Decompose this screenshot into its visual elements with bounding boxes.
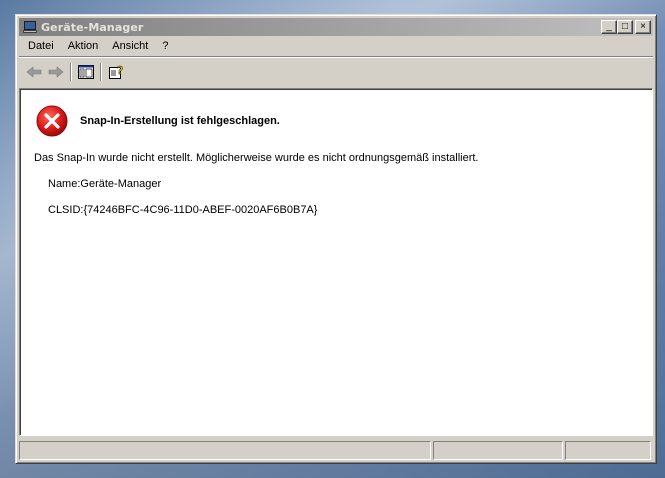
svg-text:?: ? — [117, 64, 123, 77]
toolbar-separator — [100, 63, 102, 81]
menu-aktion[interactable]: Aktion — [61, 38, 106, 54]
minimize-button[interactable]: _ — [601, 20, 617, 34]
computer-icon — [22, 20, 38, 34]
error-title: Snap-In-Erstellung ist fehlgeschlagen. — [80, 115, 280, 127]
content-pane: Snap-In-Erstellung ist fehlgeschlagen. D… — [19, 88, 653, 436]
menu-bar: Datei Aktion Ansicht ? — [19, 36, 653, 57]
error-x-icon — [36, 105, 68, 137]
menu-help[interactable]: ? — [155, 38, 175, 54]
menu-ansicht[interactable]: Ansicht — [105, 38, 155, 54]
status-pane-middle — [433, 441, 563, 460]
menu-datei[interactable]: Datei — [21, 38, 61, 54]
toolbar: ? — [19, 59, 653, 85]
snapin-name: Name:Geräte-Manager — [48, 178, 162, 190]
back-arrow-icon[interactable] — [23, 61, 45, 83]
status-bar — [19, 441, 653, 460]
toolbar-separator — [70, 63, 72, 81]
snapin-clsid: CLSID:{74246BFC-4C96-11D0-ABEF-0020AF6B0… — [48, 204, 318, 216]
forward-arrow-icon[interactable] — [45, 61, 67, 83]
status-pane-right — [565, 441, 651, 460]
status-pane-main — [19, 441, 431, 460]
error-header: Snap-In-Erstellung ist fehlgeschlagen. — [36, 105, 280, 137]
title-bar-buttons: _ □ × — [601, 20, 651, 34]
error-message: Das Snap-In wurde nicht erstellt. Möglic… — [34, 152, 479, 164]
close-button[interactable]: × — [635, 20, 651, 34]
title-bar[interactable]: Geräte-Manager _ □ × — [19, 18, 653, 36]
window-title: Geräte-Manager — [41, 20, 144, 34]
device-manager-window[interactable]: Geräte-Manager _ □ × Datei Aktion Ansich… — [15, 14, 657, 464]
maximize-button[interactable]: □ — [617, 20, 633, 34]
help-icon[interactable]: ? — [105, 61, 127, 83]
show-hide-console-tree-icon[interactable] — [75, 61, 97, 83]
